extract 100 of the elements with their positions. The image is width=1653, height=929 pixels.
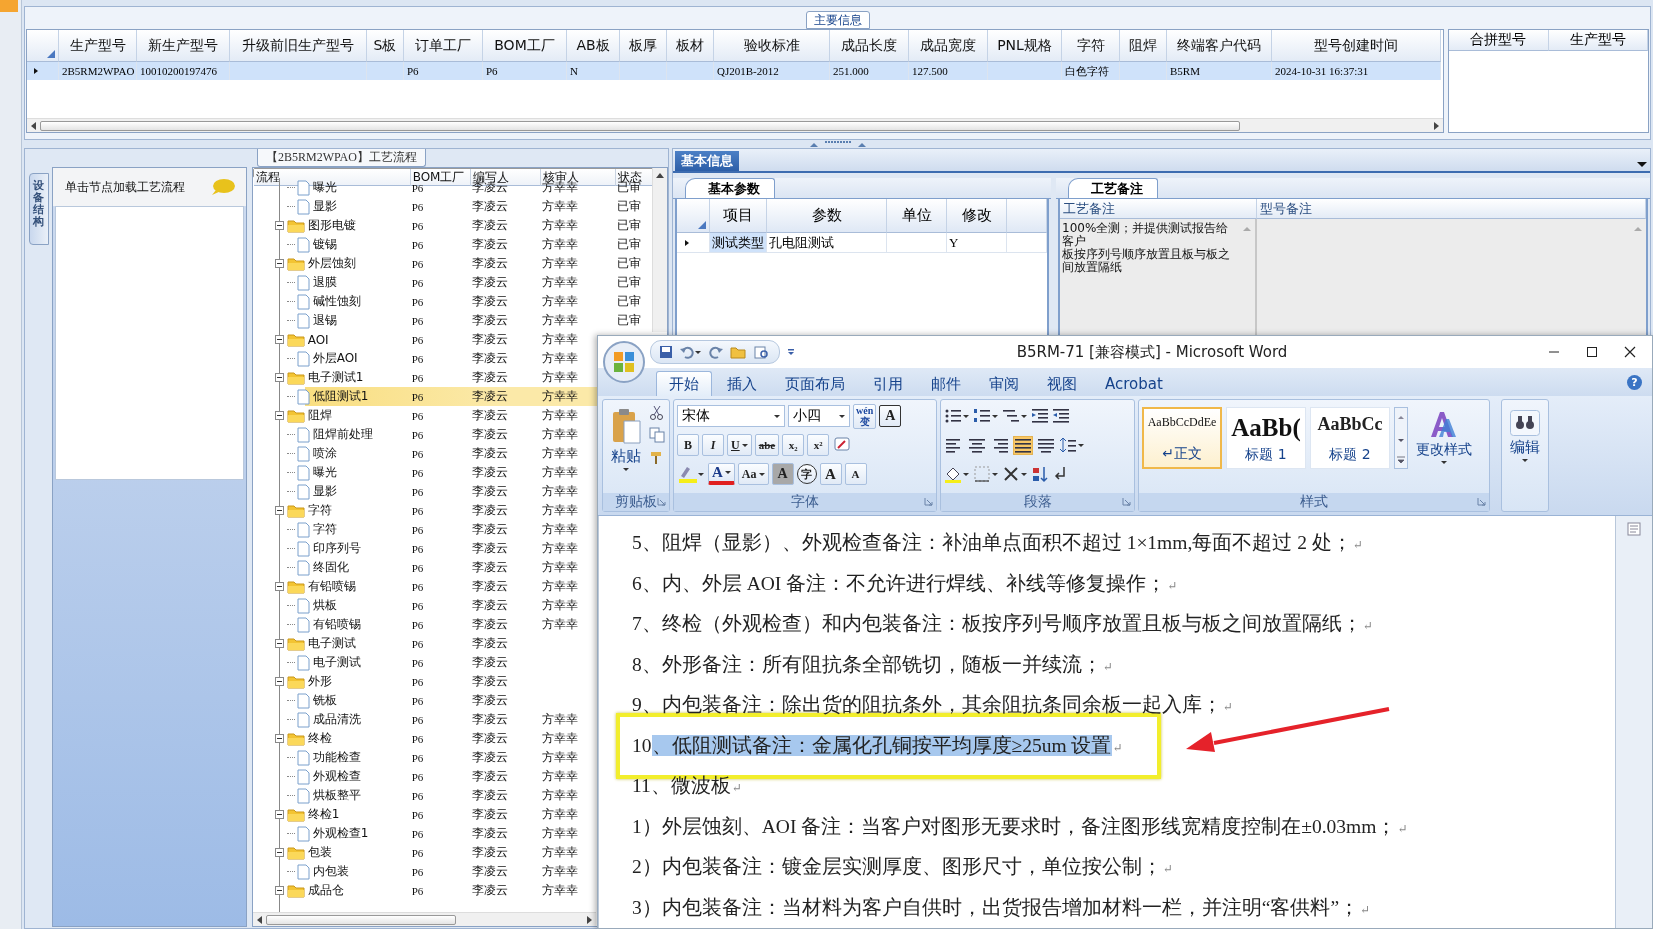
bullet-list-icon[interactable] — [944, 407, 970, 425]
align-justify-icon[interactable] — [1013, 435, 1033, 455]
tree-row[interactable]: 包装 P6 李凌云 方幸幸 — [252, 843, 598, 862]
column-header[interactable]: BOM工厂 — [483, 30, 567, 62]
strike-button[interactable]: abe — [754, 434, 780, 456]
tree-row[interactable]: 显影 P6 李凌云 方幸幸 已审 — [252, 197, 655, 216]
tree-row[interactable]: 铣板 P6 李凌云 — [252, 691, 598, 710]
style-option[interactable]: AaBbCcDdEe ↵正文 — [1142, 407, 1222, 469]
print-preview-icon[interactable] — [753, 345, 769, 359]
collapse-icon[interactable] — [274, 259, 284, 268]
multilevel-list-icon[interactable] — [1002, 407, 1028, 425]
tree-row[interactable]: 外层AOI P6 李凌云 方幸幸 — [252, 349, 598, 368]
tree-row[interactable]: 功能检查 P6 李凌云 方幸幸 — [252, 748, 598, 767]
column-header[interactable]: 订单工厂 — [404, 30, 483, 62]
sub-button[interactable]: x₂ — [782, 434, 805, 456]
ribbon-tab[interactable]: 开始 — [656, 371, 712, 396]
borders-icon[interactable] — [973, 465, 999, 483]
font-size-field[interactable]: 小四 — [788, 405, 850, 427]
tree-row[interactable]: 印序列号 P6 李凌云 方幸幸 — [252, 539, 598, 558]
close-icon[interactable] — [1624, 346, 1636, 358]
numbered-list-icon[interactable] — [973, 407, 999, 425]
tree-row[interactable]: 内包装 P6 李凌云 方幸幸 — [252, 862, 598, 881]
paste-button[interactable]: 粘贴 — [606, 403, 646, 490]
column-header[interactable]: 生产型号 — [59, 30, 137, 62]
tree-row[interactable]: 外形 P6 李凌云 — [252, 672, 598, 691]
column-header[interactable]: 阻焊 — [1120, 30, 1167, 62]
vertical-scrollbar[interactable] — [1615, 516, 1652, 928]
collapse-icon[interactable] — [274, 582, 284, 591]
collapse-icon[interactable] — [274, 848, 284, 857]
sup-button[interactable]: x² — [807, 434, 830, 456]
dialog-launcher-icon[interactable] — [1122, 497, 1131, 506]
style-option[interactable]: AaBb( 标题 1 — [1226, 407, 1306, 469]
tree-row[interactable]: 曝光 P6 李凌云 方幸幸 — [252, 463, 598, 482]
maximize-icon[interactable] — [1586, 346, 1598, 358]
case-button[interactable]: Aa — [737, 463, 769, 485]
column-header[interactable]: 验收标准 — [714, 30, 830, 62]
shading-icon[interactable] — [944, 465, 970, 483]
tree-row[interactable]: 电子测试 P6 李凌云 — [252, 653, 598, 672]
gallery-scroll-icon[interactable] — [1394, 407, 1408, 469]
sort-icon[interactable] — [1031, 465, 1049, 483]
tree-row[interactable]: 字符 P6 李凌云 方幸幸 — [252, 520, 598, 539]
column-header[interactable]: 单位 — [887, 199, 947, 233]
column-header[interactable]: 型号创建时间 — [1272, 30, 1441, 62]
ribbon-tab[interactable]: 邮件 — [918, 371, 974, 396]
redo-icon[interactable] — [709, 345, 723, 359]
column-header[interactable]: 升级前旧生产型号 — [230, 30, 367, 62]
collapse-icon[interactable] — [274, 335, 284, 344]
tree-row[interactable]: 电子测试 P6 李凌云 — [252, 634, 598, 653]
shrink-button[interactable]: A — [844, 463, 867, 485]
ribbon-tab[interactable]: Acrobat — [1092, 371, 1176, 396]
tree-row[interactable]: 烘板 P6 李凌云 方幸幸 — [252, 596, 598, 615]
ribbon-tab[interactable]: 插入 — [714, 371, 770, 396]
collapse-icon[interactable] — [274, 221, 284, 230]
style-option[interactable]: AaBbCc 标题 2 — [1310, 407, 1390, 469]
ribbon-tab[interactable]: 页面布局 — [772, 371, 858, 396]
tree-row[interactable]: 镀锡 P6 李凌云 方幸幸 已审 — [252, 235, 655, 254]
tree-row[interactable]: 外层蚀刻 P6 李凌云 方幸幸 已审 — [252, 254, 655, 273]
italic-button[interactable]: I — [702, 434, 724, 456]
horizontal-scrollbar[interactable] — [252, 912, 596, 926]
collapse-icon[interactable] — [274, 411, 284, 420]
column-header[interactable]: 成品宽度 — [909, 30, 988, 62]
tree-row[interactable]: 图形电镀 P6 李凌云 方幸幸 已审 — [252, 216, 655, 235]
tree-row[interactable]: 喷涂 P6 李凌云 方幸幸 — [252, 444, 598, 463]
collapse-icon[interactable] — [274, 734, 284, 743]
column-header[interactable]: PNL规格 — [988, 30, 1062, 62]
increase-indent-icon[interactable] — [1052, 407, 1070, 425]
column-header[interactable]: 字符 — [1062, 30, 1120, 62]
text-direction-icon[interactable] — [1002, 465, 1028, 483]
collapse-icon[interactable] — [274, 373, 284, 382]
vertical-scrollbar[interactable] — [652, 168, 667, 332]
column-header[interactable]: 合拼型号 — [1449, 30, 1549, 51]
help-button[interactable]: ? — [1627, 374, 1642, 390]
collapse-icon[interactable] — [274, 810, 284, 819]
column-header[interactable]: BOM工厂 — [410, 169, 471, 186]
tree-row[interactable]: 退膜 P6 李凌云 方幸幸 已审 — [252, 273, 655, 292]
dialog-launcher-icon[interactable] — [924, 497, 933, 506]
column-header[interactable]: 成品长度 — [830, 30, 909, 62]
column-header[interactable]: 项目 — [710, 199, 767, 233]
phonetic-guide-button[interactable]: wén 变 — [853, 403, 877, 429]
tree-row[interactable]: 成品清洗 P6 李凌云 方幸幸 — [252, 710, 598, 729]
collapse-icon[interactable] — [274, 886, 284, 895]
enclose-button[interactable]: 字 — [796, 464, 817, 484]
dialog-launcher-icon[interactable] — [1477, 497, 1486, 506]
highlighter-icon[interactable] — [677, 464, 705, 484]
customize-icon[interactable] — [786, 347, 796, 357]
column-header[interactable]: 板材 — [667, 30, 714, 62]
tree-row[interactable]: 终检1 P6 李凌云 方幸幸 — [252, 805, 598, 824]
ribbon-tab[interactable]: 视图 — [1034, 371, 1090, 396]
decrease-indent-icon[interactable] — [1031, 407, 1049, 425]
column-header[interactable]: AB板 — [567, 30, 620, 62]
tree-row[interactable]: 退锡 P6 李凌云 方幸幸 已审 — [252, 311, 655, 330]
tree-row[interactable]: 终检 P6 李凌云 方幸幸 — [252, 729, 598, 748]
tree-row[interactable]: AOI P6 李凌云 方幸幸 — [252, 330, 598, 349]
ruler-toggle-icon[interactable] — [1627, 522, 1641, 536]
column-header[interactable]: 参数 — [767, 199, 887, 233]
collapse-icon[interactable] — [274, 639, 284, 648]
tree-row[interactable]: 有铅喷锡 P6 李凌云 方幸幸 — [252, 615, 598, 634]
side-tab[interactable]: 设备结构 — [29, 173, 49, 245]
ribbon-tab[interactable]: 审阅 — [976, 371, 1032, 396]
tree-row[interactable]: 外观检查 P6 李凌云 方幸幸 — [252, 767, 598, 786]
